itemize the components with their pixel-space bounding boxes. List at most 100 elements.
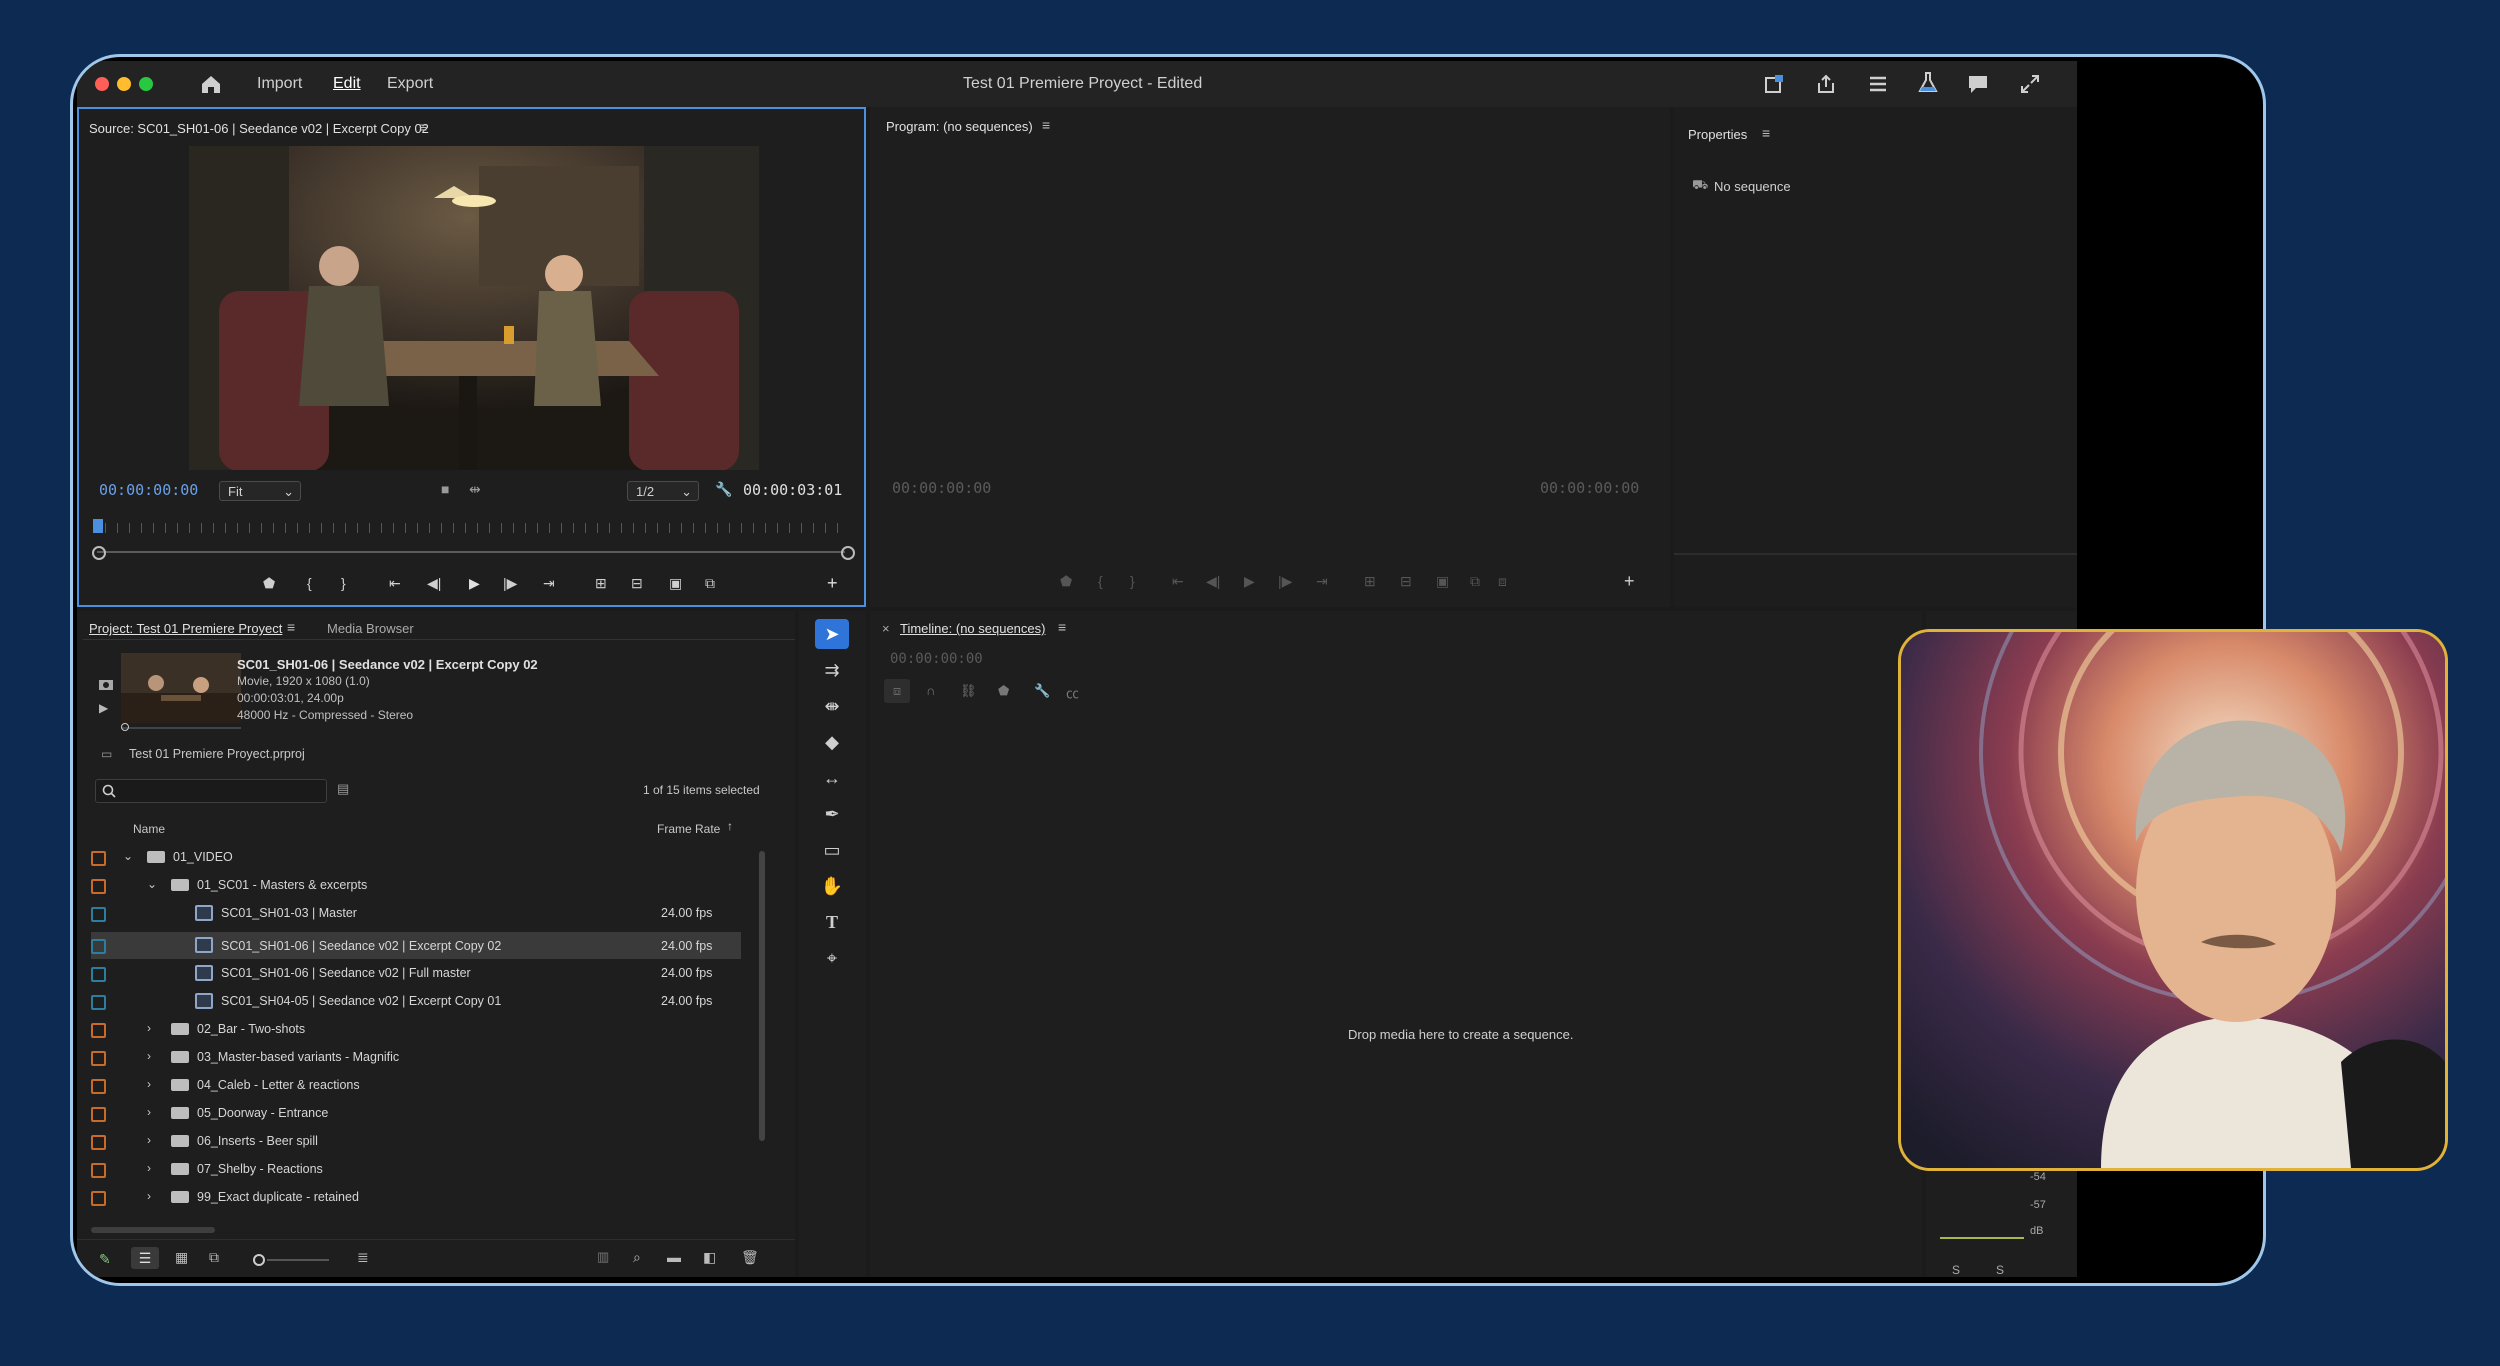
source-time-ruler[interactable]	[93, 523, 843, 533]
thumbnail-scrubber[interactable]	[121, 727, 241, 729]
label-color-swatch[interactable]	[91, 939, 106, 954]
tab-media-browser[interactable]: Media Browser	[327, 621, 414, 636]
zoom-handle-right[interactable]	[841, 546, 855, 560]
list-item[interactable]: ⌄ 01_SC01 - Masters & excerpts	[91, 877, 741, 904]
close-window-button[interactable]	[95, 77, 109, 91]
project-panel[interactable]: Project: Test 01 Premiere Proyect ≡ Medi…	[77, 611, 795, 1277]
workspace-icon[interactable]	[1763, 73, 1785, 95]
label-color-swatch[interactable]	[91, 1107, 106, 1122]
chevron-right-icon[interactable]: ›	[147, 1189, 151, 1203]
horizontal-scrollbar[interactable]	[91, 1227, 215, 1233]
play-icon[interactable]: ▶	[1244, 573, 1255, 590]
minimize-window-button[interactable]	[117, 77, 131, 91]
chevron-right-icon[interactable]: ›	[147, 1049, 151, 1063]
step-back-icon[interactable]: ◀|	[1206, 573, 1220, 590]
pen-tool-icon[interactable]: ✒	[815, 799, 849, 829]
add-marker-icon[interactable]: ⬟	[998, 683, 1009, 699]
list-view-icon[interactable]: ☰	[131, 1247, 159, 1269]
button-editor-icon[interactable]: +	[827, 573, 838, 594]
program-monitor-panel[interactable]: Program: (no sequences) ≡ 00:00:00:00 00…	[870, 107, 1670, 607]
tab-project[interactable]: Project: Test 01 Premiere Proyect	[89, 621, 282, 636]
go-to-out-icon[interactable]: ⇥	[1316, 573, 1328, 590]
trash-icon[interactable]: 🗑	[741, 1249, 759, 1266]
chevron-right-icon[interactable]: ›	[147, 1021, 151, 1035]
chevron-down-icon[interactable]: ⌄	[123, 849, 133, 863]
chevron-right-icon[interactable]: ›	[147, 1077, 151, 1091]
list-item-selected[interactable]: SC01_SH01-06 | Seedance v02 | Excerpt Co…	[91, 932, 741, 959]
close-tab-icon[interactable]: ×	[882, 621, 890, 636]
menu-export[interactable]: Export	[387, 75, 433, 93]
add-marker-icon[interactable]: ⬟	[263, 575, 275, 592]
label-color-swatch[interactable]	[91, 851, 106, 866]
label-color-swatch[interactable]	[91, 1079, 106, 1094]
list-item[interactable]: SC01_SH01-06 | Seedance v02 | Full maste…	[91, 965, 741, 992]
chevron-right-icon[interactable]: ›	[147, 1105, 151, 1119]
play-icon[interactable]: ▶	[469, 575, 480, 592]
automate-to-sequence-icon[interactable]: ▥	[597, 1249, 609, 1265]
zoom-slider-handle[interactable]	[253, 1254, 265, 1266]
mark-in-icon[interactable]: {	[1098, 573, 1103, 589]
source-monitor-panel[interactable]: Source: SC01_SH01-06 | Seedance v02 | Ex…	[77, 107, 866, 607]
wrench-icon[interactable]: 🔧	[715, 481, 732, 498]
label-color-swatch[interactable]	[91, 1135, 106, 1150]
razor-tool-icon[interactable]: ◆	[815, 727, 849, 757]
label-color-swatch[interactable]	[91, 1023, 106, 1038]
chevron-right-icon[interactable]: ›	[147, 1133, 151, 1147]
source-panel-menu-icon[interactable]: ≡	[419, 119, 427, 135]
label-color-swatch[interactable]	[91, 879, 106, 894]
timeline-settings-icon[interactable]: 🔧	[1034, 683, 1050, 699]
new-search-bin-icon[interactable]: ▤	[337, 781, 349, 797]
resolution-dropdown[interactable]: 1/2 ⌄	[627, 481, 699, 501]
zoom-slider[interactable]	[267, 1259, 329, 1261]
vertical-scrollbar[interactable]	[759, 851, 765, 1141]
label-color-swatch[interactable]	[91, 907, 106, 922]
rectangle-tool-icon[interactable]: ▭	[815, 835, 849, 865]
label-color-swatch[interactable]	[91, 1051, 106, 1066]
ripple-edit-tool-icon[interactable]: ⇼	[815, 691, 849, 721]
linked-selection-icon[interactable]: ⛓	[960, 683, 977, 699]
overwrite-icon[interactable]: ⊟	[631, 575, 643, 592]
go-to-in-icon[interactable]: ⇤	[389, 575, 401, 592]
writable-pencil-icon[interactable]: ✎	[99, 1251, 111, 1268]
step-forward-icon[interactable]: |▶	[1278, 573, 1292, 590]
menu-edit[interactable]: Edit	[333, 75, 361, 93]
sort-icons-icon[interactable]: ≣	[357, 1249, 369, 1266]
label-color-swatch[interactable]	[91, 1191, 106, 1206]
list-item[interactable]: › 06_Inserts - Beer spill	[91, 1133, 741, 1160]
comparison-view-icon[interactable]: ⧉	[1470, 573, 1480, 590]
zoom-window-button[interactable]	[139, 77, 153, 91]
list-item[interactable]: SC01_SH01-03 | Master 24.00 fps	[91, 905, 741, 932]
source-current-timecode[interactable]: 00:00:00:00	[99, 481, 198, 499]
label-color-swatch[interactable]	[91, 967, 106, 982]
export-frame-icon[interactable]: ▣	[669, 575, 682, 592]
snap-icon[interactable]: ∩	[926, 683, 935, 698]
list-item[interactable]: › 02_Bar - Two-shots	[91, 1021, 741, 1048]
mark-out-icon[interactable]: }	[1130, 573, 1135, 589]
properties-panel-menu-icon[interactable]: ≡	[1762, 125, 1770, 141]
insert-icon[interactable]: ⊞	[595, 575, 607, 592]
find-icon[interactable]: ⌕	[633, 1249, 641, 1266]
timeline-timecode[interactable]: 00:00:00:00	[890, 651, 983, 667]
slip-tool-icon[interactable]: ↔	[815, 763, 849, 793]
search-input[interactable]	[122, 782, 316, 800]
go-to-out-icon[interactable]: ⇥	[543, 575, 555, 592]
mark-out-icon[interactable]: }	[341, 575, 346, 591]
menu-import[interactable]: Import	[257, 75, 302, 93]
camera-icon[interactable]	[97, 675, 115, 691]
project-panel-menu-icon[interactable]: ≡	[287, 619, 295, 635]
comparison-view-icon[interactable]: ⧉	[705, 575, 715, 592]
icon-view-icon[interactable]: ▦	[175, 1249, 188, 1266]
column-header-name[interactable]: Name	[133, 822, 165, 836]
lift-icon[interactable]: ⊞	[1364, 573, 1376, 590]
list-item[interactable]: › 99_Exact duplicate - retained	[91, 1189, 741, 1216]
safe-margins-icon[interactable]: ■	[441, 481, 449, 497]
source-zoom-bar[interactable]	[97, 551, 845, 553]
share-icon[interactable]	[1815, 73, 1837, 95]
hand-tool-icon[interactable]: ✋	[815, 871, 849, 901]
selection-tool-icon[interactable]: ➤	[815, 619, 849, 649]
home-icon[interactable]	[199, 73, 223, 95]
thumbnail-play-icon[interactable]: ▶	[99, 701, 108, 715]
text-based-edit-tool-icon[interactable]: ⌖	[815, 943, 849, 973]
panels-menu-icon[interactable]	[1867, 73, 1889, 95]
search-field[interactable]	[95, 779, 327, 803]
